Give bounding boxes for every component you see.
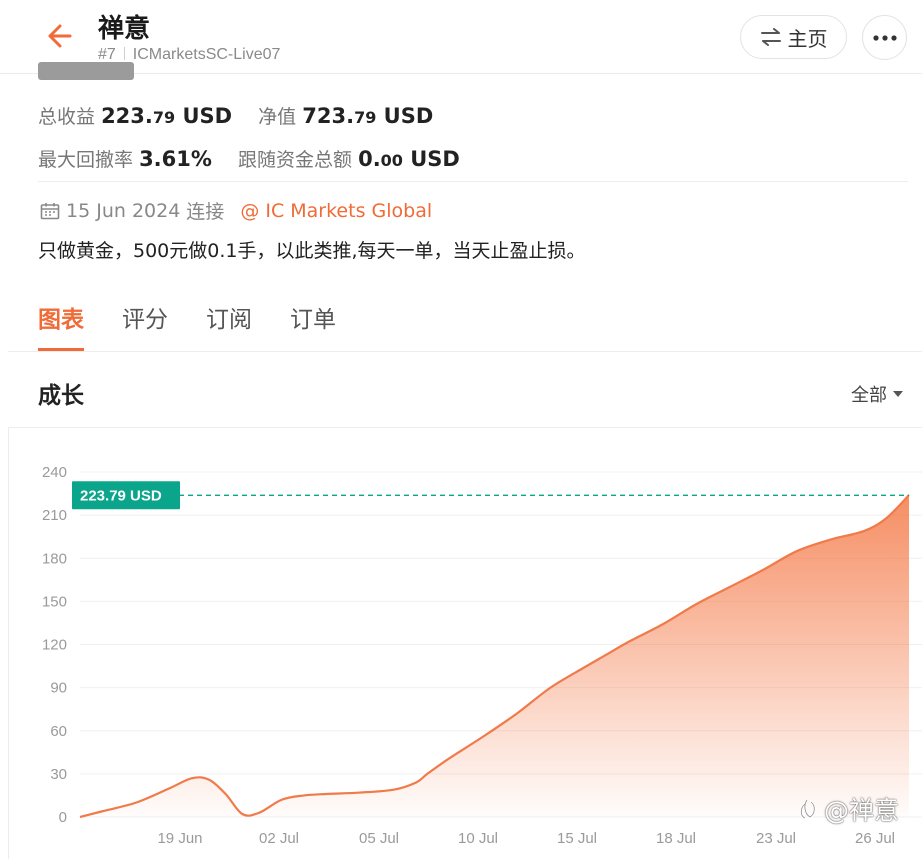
home-button[interactable]: 主页 bbox=[740, 15, 847, 59]
x-tick-label: 15 Jul bbox=[557, 830, 597, 847]
range-filter-label: 全部 bbox=[851, 385, 887, 406]
connection-row: 15 Jun 2024 连接 @ IC Markets Global bbox=[40, 197, 432, 224]
connection-status: 连接 bbox=[186, 201, 225, 223]
tab-orders[interactable]: 订单 bbox=[290, 300, 336, 352]
tab-rating[interactable]: 评分 bbox=[122, 300, 168, 352]
x-tick-label: 05 Jul bbox=[359, 830, 399, 847]
y-tick-label: 240 bbox=[42, 464, 67, 481]
growth-chart-svg: 0 30 60 90 120 150 180 210 240 19 Jun 02 Jul 05 Ju… bbox=[42, 464, 922, 847]
platform-logo-icon bbox=[800, 798, 816, 820]
caret-down-icon bbox=[893, 391, 903, 397]
connection-date: 15 Jun 2024 bbox=[66, 199, 181, 222]
series-area bbox=[80, 495, 909, 817]
y-tick-label: 210 bbox=[42, 507, 67, 524]
x-tick-label: 10 Jul bbox=[458, 830, 498, 847]
y-tick-label: 180 bbox=[42, 550, 67, 567]
growth-chart: 0 30 60 90 120 150 180 210 240 19 Jun 02 Jul 05 Ju… bbox=[8, 428, 922, 859]
account-number: #7 bbox=[98, 46, 116, 63]
more-dots-icon bbox=[872, 34, 897, 41]
strategy-description: 只做黄金，500元做0.1手，以此类推,每天一单，当天止盈止损。 bbox=[38, 240, 586, 262]
y-tick-label: 90 bbox=[50, 680, 67, 697]
follow-funds-label: 跟随资金总额 bbox=[238, 149, 353, 171]
tab-bar: 图表 评分 订阅 订单 bbox=[38, 300, 374, 352]
net-value-value: 723.79 USD bbox=[302, 104, 434, 128]
x-tick-label: 02 Jul bbox=[259, 830, 299, 847]
profit-row: 总收益 223.79 USD 净值 723.79 USD bbox=[38, 102, 433, 129]
x-tick-label: 23 Jul bbox=[756, 830, 796, 847]
home-button-label: 主页 bbox=[787, 26, 828, 51]
current-value-label: 223.79 USD bbox=[80, 487, 162, 504]
y-tick-label: 150 bbox=[42, 593, 67, 610]
drawdown-row: 最大回撤率 3.61% 跟随资金总额 0.00 USD bbox=[38, 145, 460, 172]
range-filter-dropdown[interactable]: 全部 bbox=[851, 381, 903, 407]
y-tick-label: 30 bbox=[50, 766, 67, 783]
section-title: 成长 bbox=[38, 383, 84, 409]
current-value-tag: 223.79 USD bbox=[72, 481, 180, 510]
follow-funds-value: 0.00 USD bbox=[358, 147, 460, 171]
total-profit-label: 总收益 bbox=[38, 106, 96, 128]
max-drawdown-label: 最大回撤率 bbox=[38, 149, 134, 171]
more-button[interactable] bbox=[862, 15, 907, 60]
net-value-label: 净值 bbox=[258, 106, 297, 128]
max-drawdown-value: 3.61% bbox=[139, 147, 212, 171]
swap-icon bbox=[760, 28, 781, 46]
arrow-left-icon bbox=[48, 24, 72, 48]
server-name: ICMarketsSC-Live07 bbox=[132, 46, 281, 63]
x-tick-label: 19 Jun bbox=[157, 830, 202, 847]
back-button[interactable] bbox=[42, 20, 82, 52]
page-title: 禅意 bbox=[98, 14, 151, 44]
broker-link[interactable]: @ IC Markets Global bbox=[240, 200, 432, 222]
x-tick-label: 26 Jul bbox=[855, 830, 895, 847]
y-tick-label: 60 bbox=[50, 723, 67, 740]
tab-divider bbox=[8, 351, 922, 352]
y-tick-label: 0 bbox=[59, 809, 67, 826]
total-profit-value: 223.79 USD bbox=[101, 104, 233, 128]
x-tick-label: 18 Jul bbox=[656, 830, 696, 847]
tab-subscription[interactable]: 订阅 bbox=[206, 300, 252, 352]
watermark: @禅意 bbox=[796, 791, 899, 827]
y-tick-label: 120 bbox=[42, 637, 67, 654]
separator bbox=[123, 47, 125, 60]
divider bbox=[38, 181, 908, 182]
watermark-text: @禅意 bbox=[824, 796, 900, 825]
top-header: 禅意 #7 ICMarketsSC-Live07 主页 bbox=[0, 0, 922, 74]
tab-chart[interactable]: 图表 bbox=[38, 300, 84, 352]
badge-placeholder bbox=[38, 62, 134, 80]
calendar-icon bbox=[40, 202, 60, 219]
